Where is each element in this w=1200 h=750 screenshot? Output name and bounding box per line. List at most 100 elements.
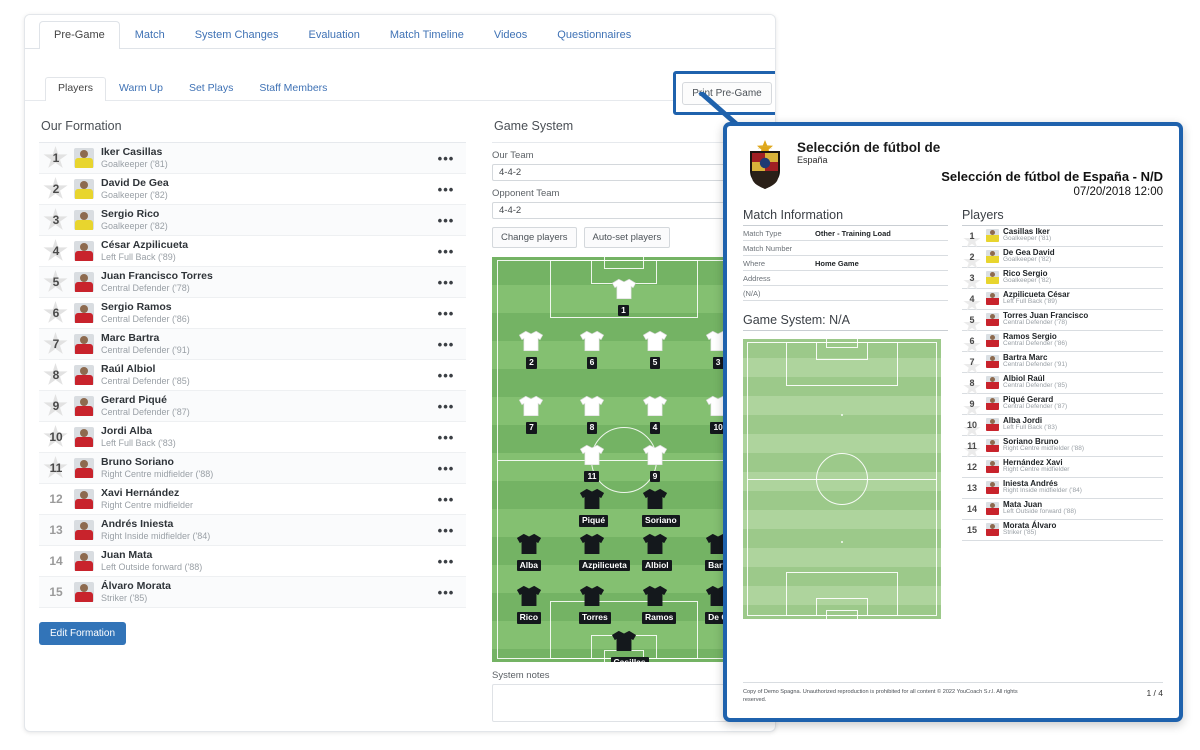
tab-pre-game[interactable]: Pre-Game — [39, 20, 120, 49]
list-item: 9 Piqué Gerard Central Defender ('87) — [962, 394, 1163, 416]
our-shirt[interactable]: Albiol — [642, 533, 672, 573]
opponent-shirt[interactable]: 1 — [611, 278, 637, 318]
opponent-shirt[interactable]: 6 — [579, 330, 605, 370]
our-shirt[interactable]: Rico — [516, 585, 542, 625]
opponent-team-value: 4-4-2 — [499, 205, 522, 216]
our-shirt[interactable]: Casillas — [610, 630, 649, 662]
row-menu-icon[interactable]: ••• — [426, 399, 466, 414]
row-menu-icon[interactable]: ••• — [426, 461, 466, 476]
opponent-shirt[interactable]: 11 — [579, 444, 605, 484]
our-shirt[interactable]: Azpilicueta — [578, 533, 630, 573]
print-player-number: 13 — [966, 482, 977, 493]
tab-evaluation[interactable]: Evaluation — [293, 21, 374, 48]
row-menu-icon[interactable]: ••• — [426, 151, 466, 166]
table-row[interactable]: 9 Gerard Piqué Central Defender ('87) ••• — [39, 391, 466, 422]
print-pre-game-button[interactable]: Print Pre-Game — [682, 81, 772, 105]
print-player-role: Right Centre midfielder ('88) — [1003, 445, 1085, 453]
player-role: Central Defender ('91) — [101, 345, 190, 356]
match-information-title: Match Information — [743, 208, 948, 226]
player-info: Iker Casillas Goalkeeper ('81) — [101, 146, 426, 169]
opponent-team-select[interactable]: 4-4-2 ▼ — [492, 202, 761, 219]
table-row[interactable]: 3 Sergio Rico Goalkeeper ('82) ••• — [39, 205, 466, 236]
print-player-number-cell: 3 — [962, 273, 982, 290]
row-menu-icon[interactable]: ••• — [426, 492, 466, 507]
subtab-staff-members[interactable]: Staff Members — [246, 77, 340, 100]
table-row[interactable]: 8 Raúl Albiol Central Defender ('85) ••• — [39, 360, 466, 391]
row-menu-icon[interactable]: ••• — [426, 430, 466, 445]
row-menu-icon[interactable]: ••• — [426, 368, 466, 383]
auto-set-players-button[interactable]: Auto-set players — [583, 227, 671, 248]
system-notes-input[interactable] — [492, 684, 761, 722]
table-row[interactable]: 4 César Azpilicueta Left Full Back ('89) ••… — [39, 236, 466, 267]
table-row[interactable]: 12 Xavi Hernández Right Centre midfielder •… — [39, 484, 466, 515]
table-row[interactable]: 15 Álvaro Morata Striker ('85) ••• — [39, 577, 466, 608]
opponent-shirt[interactable]: 5 — [642, 330, 668, 370]
table-row[interactable]: 11 Bruno Soriano Right Centre midfielder (… — [39, 453, 466, 484]
row-menu-icon[interactable]: ••• — [426, 275, 466, 290]
player-role: Central Defender ('85) — [101, 376, 190, 387]
table-row[interactable]: 5 Juan Francisco Torres Central Defender (… — [39, 267, 466, 298]
opponent-shirt[interactable]: 2 — [518, 330, 544, 370]
player-number-cell: 10 — [41, 422, 71, 452]
our-team-select[interactable]: 4-4-2 ▼ — [492, 164, 761, 181]
subtab-warm-up[interactable]: Warm Up — [106, 77, 176, 100]
print-preview-panel: Selección de fútbol de España Selección … — [723, 122, 1183, 722]
player-number: 2 — [52, 182, 60, 196]
tab-questionnaires[interactable]: Questionnaires — [542, 21, 646, 48]
row-menu-icon[interactable]: ••• — [426, 337, 466, 352]
avatar — [74, 148, 94, 168]
change-players-button[interactable]: Change players — [492, 227, 577, 248]
player-info: César Azpilicueta Left Full Back ('89) — [101, 239, 426, 262]
shirt-label: Piqué — [578, 515, 609, 527]
subtab-players[interactable]: Players — [45, 77, 107, 101]
tab-videos[interactable]: Videos — [479, 21, 542, 48]
player-info: Álvaro Morata Striker ('85) — [101, 580, 426, 603]
list-item: 6 Ramos Sergio Central Defender ('86) — [962, 331, 1163, 353]
our-shirt[interactable]: Alba — [516, 533, 542, 573]
table-row[interactable]: 2 David De Gea Goalkeeper ('82) ••• — [39, 174, 466, 205]
our-shirt[interactable]: Ramos — [642, 585, 677, 625]
formation-pitch[interactable]: 1 2 6 5 3 7 8 4 10 11 9 Piqué Soriano Alba Azpilicueta… — [492, 257, 755, 662]
print-player-number: 8 — [969, 377, 975, 388]
opponent-shirt[interactable]: 8 — [579, 395, 605, 435]
tab-match-timeline[interactable]: Match Timeline — [375, 21, 479, 48]
player-info: David De Gea Goalkeeper ('82) — [101, 177, 426, 200]
print-player-role: Central Defender ('78) — [1003, 319, 1068, 327]
table-row[interactable]: 7 Marc Bartra Central Defender ('91) ••• — [39, 329, 466, 360]
player-number: 6 — [52, 306, 60, 320]
player-role: Left Full Back ('89) — [101, 252, 176, 263]
player-number: 5 — [52, 275, 60, 289]
player-role: Left Full Back ('83) — [101, 438, 176, 449]
player-info: Gerard Piqué Central Defender ('87) — [101, 394, 426, 417]
table-row[interactable]: 13 Andrés Iniesta Right Inside midfielder … — [39, 515, 466, 546]
print-player-number-cell: 2 — [962, 252, 982, 269]
row-menu-icon[interactable]: ••• — [426, 213, 466, 228]
subtab-set-plays[interactable]: Set Plays — [176, 77, 246, 100]
row-menu-icon[interactable]: ••• — [426, 244, 466, 259]
player-info: Andrés Iniesta Right Inside midfielder ('… — [101, 518, 426, 541]
our-formation-panel: Our Formation 1 Iker Casillas Goalkeeper (… — [25, 113, 480, 731]
opponent-shirt[interactable]: 7 — [518, 395, 544, 435]
tab-system-changes[interactable]: System Changes — [180, 21, 294, 48]
row-menu-icon[interactable]: ••• — [426, 523, 466, 538]
print-preview-header: Selección de fútbol de España Selección … — [743, 140, 1163, 198]
row-menu-icon[interactable]: ••• — [426, 182, 466, 197]
player-name: Gerard Piqué — [101, 394, 167, 407]
our-shirt[interactable]: Piqué — [578, 488, 609, 528]
table-row[interactable]: 14 Juan Mata Left Outside forward ('88) ••• — [39, 546, 466, 577]
row-menu-icon[interactable]: ••• — [426, 554, 466, 569]
row-menu-icon[interactable]: ••• — [426, 585, 466, 600]
edit-formation-button[interactable]: Edit Formation — [39, 622, 127, 645]
shirt-label: Torres — [578, 612, 611, 625]
table-row[interactable]: 6 Sergio Ramos Central Defender ('86) ••• — [39, 298, 466, 329]
table-row[interactable]: 1 Iker Casillas Goalkeeper ('81) ••• — [39, 143, 466, 174]
table-row[interactable]: 10 Jordi Alba Left Full Back ('83) ••• — [39, 422, 466, 453]
print-player-number-cell: 12 — [962, 462, 982, 472]
opponent-shirt[interactable]: 9 — [642, 444, 668, 484]
tab-match[interactable]: Match — [120, 21, 180, 48]
our-shirt[interactable]: Torres — [578, 585, 611, 625]
opponent-shirt[interactable]: 4 — [642, 395, 668, 435]
row-menu-icon[interactable]: ••• — [426, 306, 466, 321]
our-shirt[interactable]: Soriano — [642, 488, 680, 528]
pitch-top-goal — [603, 257, 644, 269]
